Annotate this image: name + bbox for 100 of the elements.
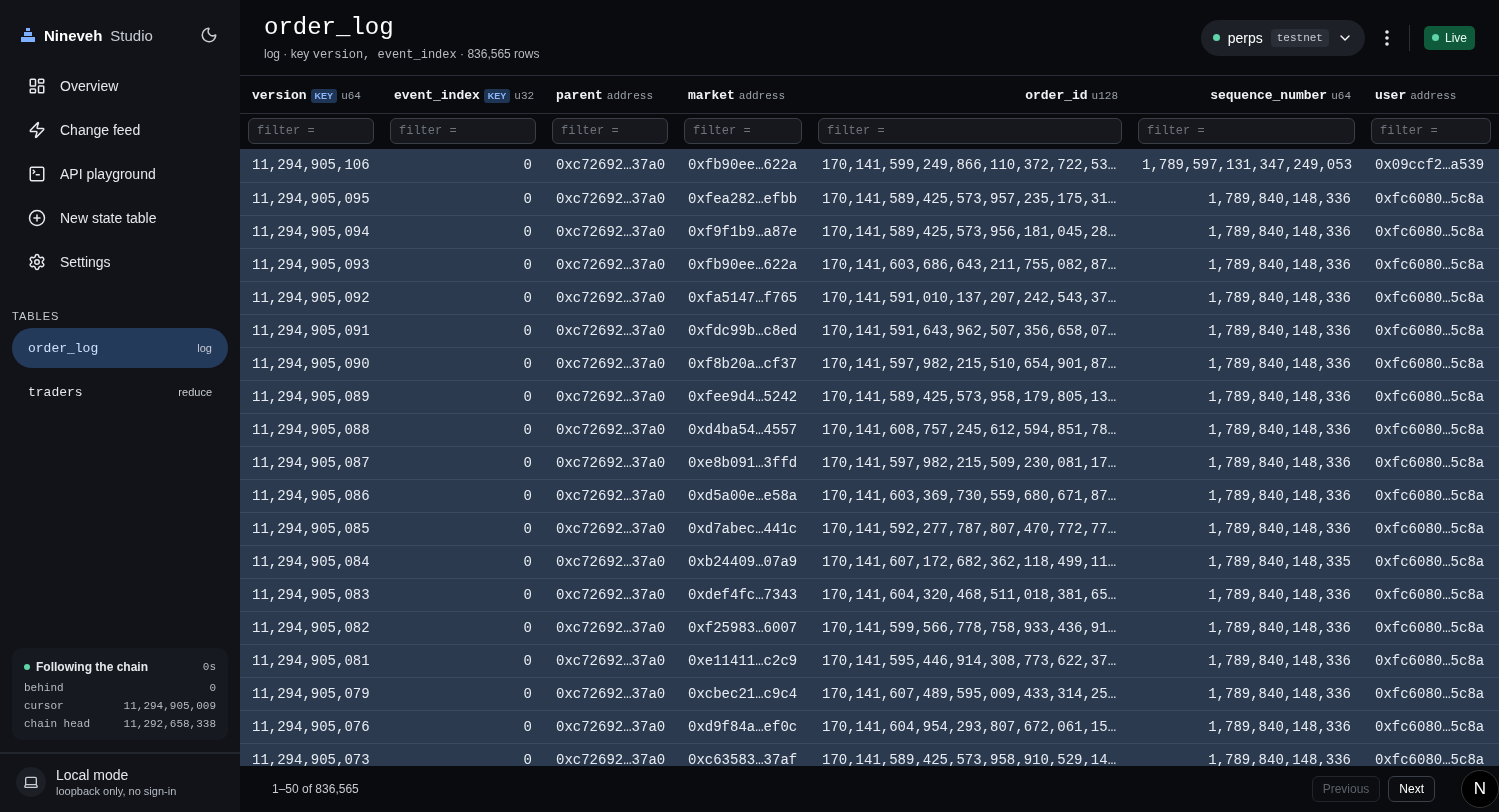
table-cell: 0xd7abec…441c bbox=[676, 512, 810, 545]
table-cell: 0x09ccf2…a539 bbox=[1363, 149, 1499, 182]
filter-field[interactable]: filter = bbox=[390, 118, 536, 145]
column-name: version bbox=[252, 88, 307, 104]
table-cell: 1,789,840,148,336 bbox=[1130, 479, 1363, 512]
sync-label: chain head bbox=[24, 718, 90, 730]
table-cell: 0xc72692…37a0 bbox=[544, 512, 676, 545]
table-item[interactable]: order_log log bbox=[12, 328, 228, 368]
table-cell: 0 bbox=[382, 479, 544, 512]
table-cell: 0 bbox=[382, 380, 544, 413]
sync-value: 0 bbox=[209, 682, 216, 694]
table-cell: 1,789,840,148,336 bbox=[1130, 611, 1363, 644]
column-name: user bbox=[1375, 88, 1407, 104]
table-cell: 1,789,840,148,336 bbox=[1130, 743, 1363, 766]
nav-item[interactable]: API playground bbox=[16, 154, 224, 194]
table-cell: 0 bbox=[382, 512, 544, 545]
table-cell: 0xc72692…37a0 bbox=[544, 380, 676, 413]
table-cell: 11,294,905,073 bbox=[240, 743, 382, 766]
table-cell: 0xc72692…37a0 bbox=[544, 611, 676, 644]
nav-item[interactable]: New state table bbox=[16, 198, 224, 238]
lightning-icon bbox=[28, 121, 46, 139]
mode-subtitle: loopback only, no sign-in bbox=[56, 785, 177, 797]
column-type: address bbox=[606, 89, 654, 102]
table-item[interactable]: traders reduce bbox=[12, 372, 228, 412]
table-cell: 11,294,905,093 bbox=[240, 248, 382, 281]
table-cell: 170,141,592,277,787,807,470,772,77… bbox=[810, 512, 1130, 545]
table-cell: 170,141,603,686,643,211,755,082,87… bbox=[810, 248, 1130, 281]
column-type: u64 bbox=[341, 89, 361, 102]
table-cell: 170,141,589,425,573,958,910,529,14… bbox=[810, 743, 1130, 766]
table-cell: 170,141,604,954,293,807,672,061,15… bbox=[810, 710, 1130, 743]
table-cell: 0xfc6080…5c8a bbox=[1363, 710, 1499, 743]
nav-item[interactable]: Change feed bbox=[16, 110, 224, 150]
filter-field[interactable]: filter = bbox=[1371, 118, 1491, 145]
table-cell: 170,141,607,172,682,362,118,499,11… bbox=[810, 545, 1130, 578]
table-cell: 170,141,589,425,573,957,235,175,31… bbox=[810, 182, 1130, 215]
filter-field[interactable]: filter = bbox=[1138, 118, 1355, 145]
table-cell: 0xc72692…37a0 bbox=[544, 413, 676, 446]
table-cell: 0xfa5147…f765 bbox=[676, 281, 810, 314]
filter-field[interactable]: filter = bbox=[248, 118, 374, 145]
table-cell: 1,789,840,148,336 bbox=[1130, 578, 1363, 611]
table-cell: 1,789,840,148,336 bbox=[1130, 281, 1363, 314]
page-title: order_log bbox=[264, 13, 395, 41]
column-name: parent bbox=[556, 88, 603, 104]
table-cell: 11,294,905,084 bbox=[240, 545, 382, 578]
table-cell: 0xe8b091…3ffd bbox=[676, 446, 810, 479]
table-cell: 0xb24409…07a9 bbox=[676, 545, 810, 578]
sync-title: Following the chain bbox=[36, 660, 148, 674]
table-cell: 170,141,591,010,137,207,242,543,37… bbox=[810, 281, 1130, 314]
table-cell: 0xe11411…c2c9 bbox=[676, 644, 810, 677]
table-cell: 170,141,597,982,215,509,230,081,17… bbox=[810, 446, 1130, 479]
column-type: address bbox=[738, 89, 786, 102]
brand-name: Nineveh bbox=[44, 26, 103, 44]
table-cell: 0 bbox=[382, 281, 544, 314]
table-cell: 0xc72692…37a0 bbox=[544, 281, 676, 314]
table-cell: 0 bbox=[382, 347, 544, 380]
table-cell: 0xfc6080…5c8a bbox=[1363, 380, 1499, 413]
table-cell: 1,789,840,148,336 bbox=[1130, 644, 1363, 677]
table-cell: 0 bbox=[382, 314, 544, 347]
table-cell: 170,141,589,425,573,956,181,045,28… bbox=[810, 215, 1130, 248]
section-heading: TABLES bbox=[11, 309, 61, 324]
table-cell: 0xc63583…37af bbox=[676, 743, 810, 766]
table-cell: 0 bbox=[382, 545, 544, 578]
filter-field[interactable]: filter = bbox=[818, 118, 1122, 145]
table-cell: 0xfee9d4…5242 bbox=[676, 380, 810, 413]
table-cell: 11,294,905,083 bbox=[240, 578, 382, 611]
next-button[interactable]: Next bbox=[1388, 776, 1435, 802]
table-cell: 170,141,608,757,245,612,594,851,78… bbox=[810, 413, 1130, 446]
sync-label: cursor bbox=[24, 700, 64, 712]
dashboard-grid-icon bbox=[28, 77, 46, 95]
live-label: Live bbox=[1445, 30, 1467, 45]
environment-tag: testnet bbox=[1270, 28, 1329, 47]
column-name: order_id bbox=[1025, 88, 1088, 104]
table-cell: 11,294,905,076 bbox=[240, 710, 382, 743]
table-cell: 1,789,840,148,336 bbox=[1130, 512, 1363, 545]
network-selector[interactable]: perps testnet bbox=[1200, 19, 1365, 56]
table-cell: 0xc72692…37a0 bbox=[544, 215, 676, 248]
dev-tools-badge[interactable]: N bbox=[1461, 770, 1499, 808]
sync-value: 11,294,905,009 bbox=[123, 700, 216, 712]
table-cell: 11,294,905,087 bbox=[240, 446, 382, 479]
table-cell: 0xfdc99b…c8ed bbox=[676, 314, 810, 347]
table-cell: 0xc72692…37a0 bbox=[544, 248, 676, 281]
table-cell: 0xc72692…37a0 bbox=[544, 545, 676, 578]
table-cell: 11,294,905,090 bbox=[240, 347, 382, 380]
nav-item[interactable]: Overview bbox=[16, 66, 224, 106]
table-cell: 170,141,595,446,914,308,773,622,37… bbox=[810, 644, 1130, 677]
table-cell: 11,294,905,089 bbox=[240, 380, 382, 413]
table-cell: 0xfea282…efbb bbox=[676, 182, 810, 215]
table-cell: 170,141,597,982,215,510,654,901,87… bbox=[810, 347, 1130, 380]
filter-field[interactable]: filter = bbox=[552, 118, 668, 145]
table-cell: 0xcbec21…c9c4 bbox=[676, 677, 810, 710]
table-cell: 0xc72692…37a0 bbox=[544, 677, 676, 710]
table-cell: 11,294,905,086 bbox=[240, 479, 382, 512]
table-cell: 0 bbox=[382, 182, 544, 215]
column-type: address bbox=[1410, 89, 1457, 102]
nav-item[interactable]: Settings bbox=[16, 242, 224, 282]
table-cell: 0xfc6080…5c8a bbox=[1363, 248, 1499, 281]
filter-field[interactable]: filter = bbox=[684, 118, 802, 145]
laptop-icon bbox=[16, 767, 46, 797]
table-cell: 0 bbox=[382, 149, 544, 182]
column-name: sequence_number bbox=[1210, 88, 1328, 104]
